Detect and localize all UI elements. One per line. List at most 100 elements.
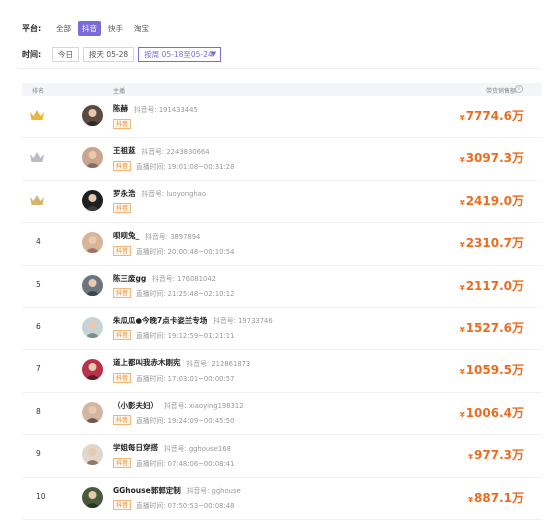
table-header: 排名 主播 带货销售额 i <box>22 83 542 96</box>
info-icon[interactable]: i <box>515 85 523 93</box>
currency-symbol: ¥ <box>459 368 465 377</box>
douyin-id: 抖音号: xiaoying198312 <box>164 402 244 411</box>
table-row[interactable]: 陈赫 抖音号: 191433445 抖音 ¥7774.6万 <box>22 96 542 139</box>
rank-number: 5 <box>36 279 41 289</box>
today-button[interactable]: 今日 <box>52 46 79 62</box>
avatar[interactable] <box>82 189 103 211</box>
avatar[interactable] <box>82 105 103 126</box>
table-row[interactable]: 8 （小影夫妇） 抖音号: xiaoying198312 抖音 直播时间: 19… <box>22 393 542 436</box>
douyin-id: 抖音号: 176081042 <box>152 275 217 284</box>
sales-amount: ¥1059.5万 <box>460 361 524 378</box>
column-header-rank: 排名 <box>32 88 45 95</box>
sales-value: 3097.3万 <box>465 151 524 166</box>
live-time: 直播时间: 21:25:48~02:10:12 <box>136 290 235 299</box>
sales-amount: ¥2117.0万 <box>460 277 524 294</box>
platform-badge: 抖音 <box>113 500 132 511</box>
anchor-info: 陈赫 抖音号: 191433445 抖音 <box>113 102 198 130</box>
platform-badge: 抖音 <box>113 415 132 426</box>
anchor-name[interactable]: 陈三废gg <box>113 273 146 284</box>
currency-symbol: ¥ <box>459 241 465 250</box>
anchor-name[interactable]: 王祖蓝 <box>113 145 136 156</box>
platform-badge: 抖音 <box>113 330 132 341</box>
table-row[interactable]: 10 GGhouse郭郭定制 抖音号: gghouse 抖音 直播时间: 07:… <box>22 478 542 520</box>
currency-symbol: ¥ <box>459 156 465 165</box>
anchor-info: 学姐每日穿搭 抖音号: gghouse168 抖音 直播时间: 07:48:06… <box>113 441 234 469</box>
sales-value: 1059.5万 <box>465 363 524 378</box>
sales-value: 2419.0万 <box>465 193 524 208</box>
filter-panel: 平台: 全部 抖音 快手 淘宝 时间: 今日 按天 05-28 按周 05-18… <box>22 18 542 64</box>
anchor-info: 罗永浩 抖音号: luoyonghao 抖音 <box>113 187 206 215</box>
anchor-name[interactable]: 道上都叫我赤木刚宪 <box>113 357 181 368</box>
avatar[interactable] <box>82 359 103 381</box>
sales-value: 977.3万 <box>474 448 524 463</box>
anchor-name[interactable]: 学姐每日穿搭 <box>113 442 158 453</box>
table-row[interactable]: 王祖蓝 抖音号: 2243830664 抖音 直播时间: 19:01:08~00… <box>22 138 542 181</box>
sales-value: 1527.6万 <box>465 320 524 335</box>
avatar[interactable] <box>82 232 103 254</box>
platform-badge: 抖音 <box>113 245 132 256</box>
platform-badge: 抖音 <box>113 457 132 468</box>
by-week-select[interactable]: 按周 05-18至05-24 ▼ <box>138 46 222 62</box>
by-day-select[interactable]: 按天 05-28 <box>83 46 135 62</box>
avatar[interactable] <box>82 444 103 466</box>
sales-amount: ¥977.3万 <box>468 446 524 463</box>
sales-amount: ¥1006.4万 <box>460 404 524 421</box>
currency-symbol: ¥ <box>459 114 465 122</box>
anchor-name[interactable]: （小影夫妇） <box>113 400 158 411</box>
table-row[interactable]: 罗永浩 抖音号: luoyonghao 抖音 ¥2419.0万 <box>22 181 542 224</box>
live-time: 直播时间: 07:50:53~00:08:48 <box>136 502 235 511</box>
douyin-id: 抖音号: 19733746 <box>213 317 273 326</box>
anchor-name[interactable]: GGhouse郭郭定制 <box>113 485 181 496</box>
platform-chip-douyin[interactable]: 抖音 <box>78 20 101 36</box>
live-time: 直播时间: 17:03:01~00:00:57 <box>136 374 235 383</box>
sales-amount: ¥1527.6万 <box>460 319 524 336</box>
table-row[interactable]: 4 呗呗兔_ 抖音号: 3897894 抖音 直播时间: 20:00:48~00… <box>22 223 542 266</box>
platform-badge: 抖音 <box>113 372 132 383</box>
rank-number: 8 <box>36 406 41 416</box>
douyin-id: 抖音号: gghouse <box>186 487 241 496</box>
currency-symbol: ¥ <box>459 198 465 207</box>
currency-symbol: ¥ <box>459 283 465 292</box>
table-row[interactable]: 7 道上都叫我赤木刚宪 抖音号: 212861873 抖音 直播时间: 17:0… <box>22 350 542 393</box>
avatar[interactable] <box>82 274 103 296</box>
anchor-name[interactable]: 朱瓜瓜●今晚7点卡姿兰专场 <box>113 315 207 326</box>
ranking-list: 陈赫 抖音号: 191433445 抖音 ¥7774.6万 王祖蓝 抖音号: 2… <box>22 96 542 520</box>
table-row[interactable]: 5 陈三废gg 抖音号: 176081042 抖音 直播时间: 21:25:48… <box>22 266 542 308</box>
sales-amount: ¥887.1万 <box>468 489 524 506</box>
anchor-info: 王祖蓝 抖音号: 2243830664 抖音 直播时间: 19:01:08~00… <box>113 144 234 172</box>
rank-number: 9 <box>36 449 41 459</box>
sales-amount: ¥2310.7万 <box>460 234 524 251</box>
column-header-sales[interactable]: 带货销售额 <box>486 86 516 95</box>
table-row[interactable]: 6 朱瓜瓜●今晚7点卡姿兰专场 抖音号: 19733746 抖音 直播时间: 1… <box>22 308 542 351</box>
sales-value: 7774.6万 <box>465 109 524 123</box>
avatar[interactable] <box>82 147 103 169</box>
currency-symbol: ¥ <box>468 495 474 504</box>
platform-chip-taobao[interactable]: 淘宝 <box>130 21 153 36</box>
platform-badge: 抖音 <box>113 288 132 299</box>
table-row[interactable]: 9 学姐每日穿搭 抖音号: gghouse168 抖音 直播时间: 07:48:… <box>22 435 542 478</box>
platform-chip-all[interactable]: 全部 <box>52 21 75 36</box>
douyin-id: 抖音号: 191433445 <box>134 105 198 114</box>
anchor-info: 陈三废gg 抖音号: 176081042 抖音 直播时间: 21:25:48~0… <box>113 272 234 300</box>
avatar[interactable] <box>82 316 103 338</box>
platform-badge: 抖音 <box>113 160 132 171</box>
sales-amount: ¥2419.0万 <box>460 192 524 209</box>
anchor-name[interactable]: 呗呗兔_ <box>113 230 139 241</box>
platform-badge: 抖音 <box>113 203 132 214</box>
currency-symbol: ¥ <box>459 410 465 419</box>
time-filter-row: 时间: 今日 按天 05-28 按周 05-18至05-24 ▼ <box>22 44 542 64</box>
platform-chip-kuaishou[interactable]: 快手 <box>104 21 127 36</box>
anchor-name[interactable]: 陈赫 <box>113 103 128 114</box>
sales-value: 2117.0万 <box>465 278 524 293</box>
avatar[interactable] <box>82 401 103 423</box>
rank-number: 6 <box>36 321 41 331</box>
anchor-name[interactable]: 罗永浩 <box>113 188 136 199</box>
currency-symbol: ¥ <box>459 325 465 334</box>
by-week-label: 按周 05-18至05-24 <box>144 49 213 59</box>
avatar[interactable] <box>82 486 103 508</box>
crown-icon <box>30 152 44 163</box>
anchor-info: 道上都叫我赤木刚宪 抖音号: 212861873 抖音 直播时间: 17:03:… <box>113 356 250 384</box>
time-label: 时间: <box>22 49 42 59</box>
crown-icon <box>30 110 44 120</box>
sales-value: 1006.4万 <box>465 405 524 420</box>
